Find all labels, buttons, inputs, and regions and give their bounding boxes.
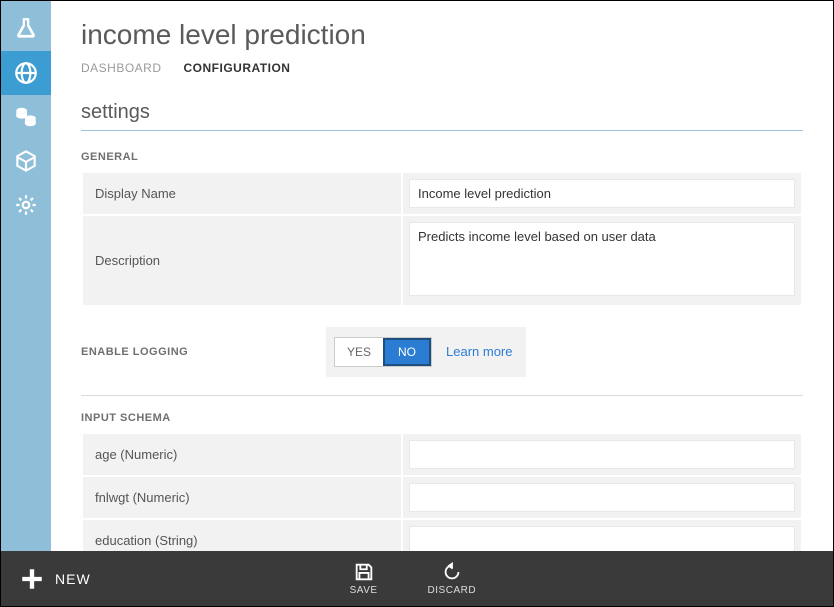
cube-icon: [13, 148, 39, 174]
sidebar-item-experiments[interactable]: [1, 7, 51, 51]
logging-control: YES NO Learn more: [326, 327, 526, 377]
page-title: income level prediction: [81, 19, 803, 51]
display-name-label: Display Name: [82, 172, 402, 215]
learn-more-link[interactable]: Learn more: [446, 344, 512, 359]
description-input[interactable]: [409, 222, 795, 296]
left-sidebar: [1, 1, 51, 551]
tab-configuration[interactable]: CONFIGURATION: [184, 61, 291, 75]
input-schema-heading: INPUT SCHEMA: [81, 412, 803, 424]
save-label: SAVE: [350, 585, 378, 596]
logging-yes-button[interactable]: YES: [335, 338, 383, 366]
tab-dashboard[interactable]: DASHBOARD: [81, 61, 162, 75]
database-icon: [13, 104, 39, 130]
sidebar-item-datasets[interactable]: [1, 95, 51, 139]
sidebar-item-web-services[interactable]: [1, 51, 51, 95]
save-button[interactable]: SAVE: [350, 561, 378, 596]
gear-icon: [13, 192, 39, 218]
schema-row-input[interactable]: [409, 483, 795, 512]
logging-no-button[interactable]: NO: [383, 338, 431, 366]
new-button[interactable]: NEW: [19, 566, 91, 592]
sidebar-item-modules[interactable]: [1, 139, 51, 183]
table-row: age (Numeric): [82, 433, 802, 476]
description-label: Description: [82, 215, 402, 306]
footer-bar: NEW SAVE DISCARD: [1, 551, 833, 606]
section-heading: settings: [81, 101, 803, 124]
schema-row-label: age (Numeric): [82, 433, 402, 476]
table-row: fnlwgt (Numeric): [82, 476, 802, 519]
logging-heading: ENABLE LOGGING: [81, 346, 326, 358]
flask-icon: [13, 16, 39, 42]
input-schema-table: age (Numeric) fnlwgt (Numeric) education…: [81, 432, 803, 551]
divider: [81, 395, 803, 396]
schema-row-label: education (String): [82, 519, 402, 551]
general-heading: GENERAL: [81, 151, 803, 163]
schema-row-input[interactable]: [409, 526, 795, 551]
discard-label: DISCARD: [428, 585, 477, 596]
general-form: Display Name Description: [81, 171, 803, 307]
tab-bar: DASHBOARD CONFIGURATION: [81, 61, 803, 75]
globe-icon: [13, 60, 39, 86]
schema-row-label: fnlwgt (Numeric): [82, 476, 402, 519]
schema-row-input[interactable]: [409, 440, 795, 469]
save-icon: [353, 561, 375, 583]
discard-button[interactable]: DISCARD: [428, 561, 477, 596]
main-content: income level prediction DASHBOARD CONFIG…: [51, 1, 833, 551]
display-name-input[interactable]: [409, 179, 795, 208]
logging-toggle: YES NO: [334, 337, 432, 367]
discard-icon: [441, 561, 463, 583]
table-row: education (String): [82, 519, 802, 551]
logging-row: ENABLE LOGGING YES NO Learn more: [81, 327, 803, 377]
plus-icon: [19, 566, 45, 592]
sidebar-item-settings[interactable]: [1, 183, 51, 227]
divider: [81, 130, 803, 131]
new-label: NEW: [55, 571, 91, 587]
